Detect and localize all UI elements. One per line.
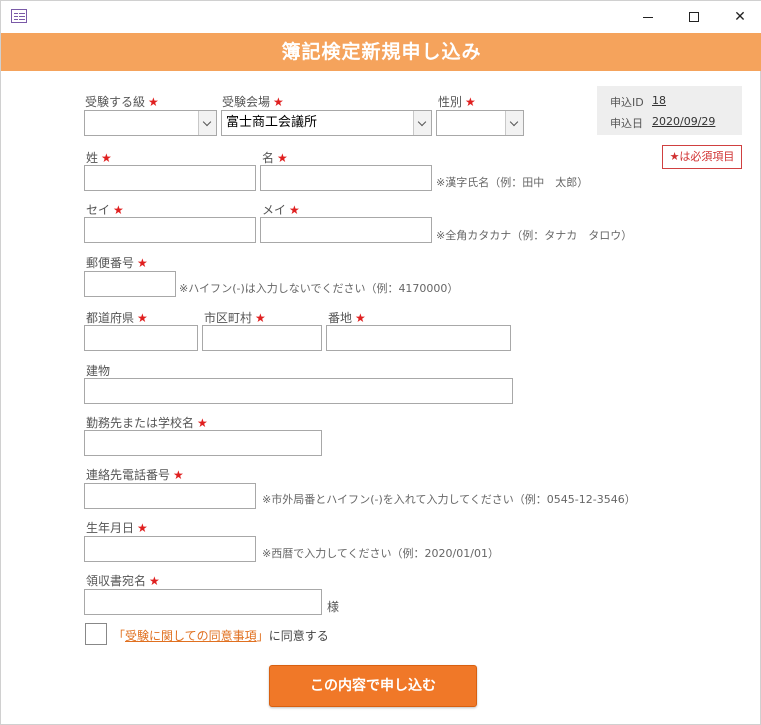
phone-input[interactable] — [84, 483, 256, 509]
agreement-terms-link[interactable]: 受験に関しての同意事項 — [125, 629, 257, 643]
maximize-icon — [689, 12, 699, 22]
agreement-checkbox[interactable] — [85, 623, 107, 645]
agreement-consent-text: に同意する — [268, 629, 329, 643]
prefecture-label: 都道府県 ★ — [86, 311, 148, 325]
chevron-down-icon[interactable] — [413, 111, 431, 135]
maximize-button[interactable] — [671, 1, 717, 33]
agreement-text: 「受験に関しての同意事項」に同意する — [113, 627, 329, 644]
required-star-icon: ★ — [137, 311, 148, 325]
workplace-label: 勤務先または学校名 ★ — [86, 416, 208, 430]
venue-label: 受験会場 ★ — [222, 95, 284, 109]
required-star-icon: ★ — [465, 95, 476, 109]
minimize-button[interactable] — [625, 1, 671, 33]
required-star-icon: ★ — [289, 203, 300, 217]
page-title: 簿記検定新規申し込み — [1, 33, 761, 71]
required-star-icon: ★ — [149, 574, 160, 588]
required-star-icon: ★ — [255, 311, 266, 325]
last-kana-label: セイ ★ — [86, 203, 124, 217]
birthdate-label: 生年月日 ★ — [86, 521, 148, 535]
required-star-icon: ★ — [355, 311, 366, 325]
building-input[interactable] — [84, 378, 513, 404]
birthdate-format-note: ※西暦で入力してください（例：2020/01/01） — [262, 547, 499, 560]
grade-select[interactable] — [84, 110, 217, 136]
first-name-label: 名 ★ — [262, 151, 288, 165]
chevron-down-icon[interactable] — [505, 111, 523, 135]
prefecture-input[interactable] — [84, 325, 198, 351]
first-name-input[interactable] — [260, 165, 432, 191]
last-name-label: 姓 ★ — [86, 151, 112, 165]
form-app-icon — [11, 9, 27, 23]
first-kana-input[interactable] — [260, 217, 432, 243]
phone-format-note: ※市外局番とハイフン(-)を入れて入力してください（例：0545-12-3546… — [262, 493, 636, 506]
city-label: 市区町村 ★ — [204, 311, 266, 325]
street-input[interactable] — [326, 325, 511, 351]
birthdate-input[interactable] — [84, 536, 256, 562]
grade-label: 受験する級 ★ — [85, 95, 159, 109]
building-label: 建物 — [86, 364, 111, 378]
postal-input[interactable] — [84, 271, 176, 297]
venue-select-value: 富士商工会議所 — [226, 115, 318, 130]
required-star-icon: ★ — [273, 95, 284, 109]
close-icon: ✕ — [734, 9, 746, 25]
venue-select[interactable]: 富士商工会議所 — [221, 110, 432, 136]
close-button[interactable]: ✕ — [717, 1, 761, 33]
agreement-close-bracket: 」 — [256, 629, 269, 643]
name-format-note: ※漢字氏名（例：田中 太郎） — [436, 176, 589, 189]
title-bar: ✕ — [1, 1, 761, 33]
required-star-icon: ★ — [137, 521, 148, 535]
application-id-label: 申込ID — [610, 96, 644, 109]
last-name-input[interactable] — [84, 165, 256, 191]
required-fields-note: ★は必須項目 — [662, 145, 742, 169]
postal-label: 郵便番号 ★ — [86, 256, 148, 270]
required-star-icon: ★ — [173, 468, 184, 482]
gender-select[interactable] — [436, 110, 524, 136]
submit-application-button[interactable]: この内容で申し込む — [269, 665, 477, 707]
required-star-icon: ★ — [148, 95, 159, 109]
minimize-icon — [643, 16, 653, 18]
receipt-name-input[interactable] — [84, 589, 322, 615]
required-star-icon: ★ — [113, 203, 124, 217]
last-kana-input[interactable] — [84, 217, 256, 243]
agreement-open-bracket: 「 — [113, 629, 126, 643]
application-date-value: 2020/09/29 — [652, 115, 716, 128]
receipt-name-label: 領収書宛名 ★ — [86, 574, 160, 588]
street-label: 番地 ★ — [328, 311, 366, 325]
postal-format-note: ※ハイフン(-)は入力しないでください（例：4170000） — [179, 282, 459, 295]
gender-label: 性別 ★ — [438, 95, 476, 109]
application-date-label: 申込日 — [610, 117, 643, 130]
chevron-down-icon[interactable] — [198, 111, 216, 135]
required-star-icon: ★ — [101, 151, 112, 165]
required-star-icon: ★ — [137, 256, 148, 270]
application-info-box: 申込ID 18 申込日 2020/09/29 — [597, 86, 742, 135]
kana-format-note: ※全角カタカナ（例：タナカ タロウ） — [436, 229, 633, 242]
form-window: ✕ 簿記検定新規申し込み 受験する級 ★ 受験会場 ★ 富士商工会議所 性別 ★ 申込… — [0, 0, 761, 725]
workplace-input[interactable] — [84, 430, 322, 456]
first-kana-label: メイ ★ — [262, 203, 300, 217]
required-star-icon: ★ — [197, 416, 208, 430]
city-input[interactable] — [202, 325, 322, 351]
application-id-value: 18 — [652, 94, 666, 107]
receipt-suffix: 様 — [327, 600, 340, 614]
phone-label: 連絡先電話番号 ★ — [86, 468, 184, 482]
required-star-icon: ★ — [277, 151, 288, 165]
